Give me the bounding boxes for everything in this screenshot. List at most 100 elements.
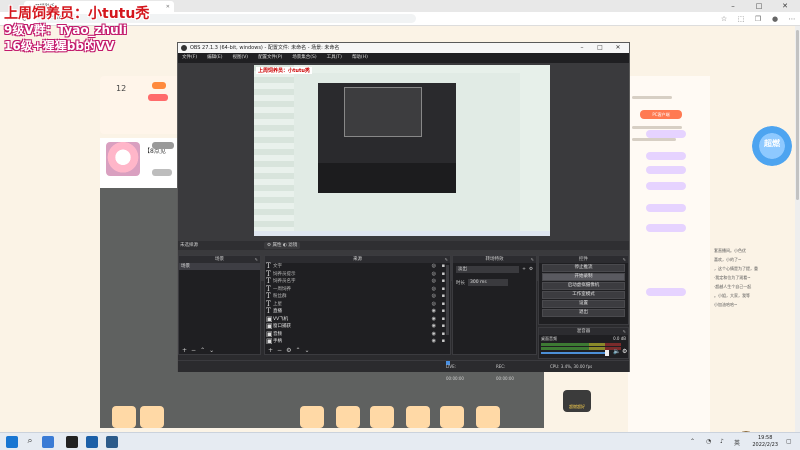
eye-closed-icon[interactable]: ◎ — [432, 293, 436, 301]
source-item[interactable]: T 上星 ◎ ▪ — [265, 300, 450, 309]
source-item[interactable]: T 直播 ◉ ▪ — [265, 308, 450, 316]
language-icon[interactable]: 英 — [734, 438, 740, 447]
eye-closed-icon[interactable]: ◎ — [432, 263, 436, 271]
menu-view[interactable]: 视图(V) — [232, 53, 248, 63]
gear-icon[interactable]: ⚙ — [267, 243, 271, 248]
add-transition-icon[interactable]: + — [522, 267, 526, 272]
anchor-avatar[interactable] — [106, 142, 140, 176]
sources-scrollbar[interactable] — [446, 265, 449, 335]
dock-pin-icon[interactable]: ✎ — [623, 328, 626, 335]
move-up-icon[interactable]: ⌃ — [200, 347, 205, 354]
follow-badge[interactable] — [148, 94, 168, 101]
source-item[interactable]: T 粉丝群 ◎ ▪ — [265, 293, 450, 301]
search-icon[interactable]: ⌕ — [24, 436, 36, 448]
source-settings-icon[interactable]: ⚙ — [286, 347, 291, 354]
event-badge[interactable]: 超燃 — [752, 126, 792, 166]
eye-icon[interactable]: ◉ — [432, 316, 436, 324]
gift-item[interactable] — [476, 406, 500, 428]
source-item[interactable]: ▣ VV飞机 ◉ ▪ — [265, 315, 450, 324]
eye-icon[interactable]: ◉ — [432, 308, 436, 316]
lock-icon[interactable]: ▪ — [442, 271, 445, 279]
maximize-button[interactable]: □ — [746, 0, 772, 12]
add-scene-icon[interactable]: + — [182, 347, 187, 354]
app-icon[interactable] — [86, 436, 98, 448]
move-down-icon[interactable]: ⌄ — [304, 347, 309, 354]
system-clock[interactable]: 19:58 2022/2/23 — [752, 435, 778, 449]
eye-icon[interactable]: ◉ — [432, 338, 436, 346]
page-scrollbar-thumb[interactable] — [796, 30, 799, 200]
start-recording-button[interactable]: 开始录制 — [542, 273, 625, 281]
transition-settings-icon[interactable]: ⚙ — [529, 267, 533, 272]
volume-icon[interactable]: ♪ — [720, 438, 724, 445]
filter-icon[interactable]: ◐ — [283, 243, 287, 248]
filters-button[interactable]: 滤镜 — [288, 243, 297, 248]
lock-icon[interactable]: ▪ — [442, 286, 445, 294]
tray-chevron-icon[interactable]: ⌃ — [690, 438, 695, 445]
transition-select[interactable]: 淡出 — [456, 266, 520, 273]
speaker-icon[interactable]: 🔈 — [613, 348, 620, 355]
lock-icon[interactable]: ▪ — [442, 293, 445, 301]
lock-icon[interactable]: ▪ — [442, 301, 445, 309]
studio-mode-button[interactable]: 工作室模式 — [542, 291, 625, 299]
gift-item[interactable] — [440, 406, 464, 428]
stop-streaming-button[interactable]: 停止推流 — [542, 264, 625, 272]
menu-scene-collection[interactable]: 场景集合(S) — [292, 53, 316, 63]
lock-icon[interactable]: ▪ — [442, 323, 445, 331]
properties-button[interactable]: 属性 — [272, 243, 281, 248]
obs-close-button[interactable]: ✕ — [609, 43, 627, 53]
scene-item[interactable]: 场景 — [179, 263, 260, 270]
obs-minimize-button[interactable]: – — [573, 43, 591, 53]
start-icon[interactable] — [6, 436, 18, 448]
edge-icon[interactable] — [42, 436, 54, 448]
collections-icon[interactable]: ❐ — [754, 15, 762, 23]
source-item[interactable]: T 饲养员名字 ◎ ▪ — [265, 278, 450, 286]
eye-closed-icon[interactable]: ◎ — [432, 271, 436, 279]
settings-button[interactable]: 设置 — [542, 300, 625, 308]
dock-pin-icon[interactable]: ✎ — [445, 256, 448, 263]
dock-pin-icon[interactable]: ✎ — [623, 256, 626, 263]
source-item[interactable]: ▣ 音频 ◉ ▪ — [265, 330, 450, 339]
lock-icon[interactable]: ▪ — [442, 278, 445, 286]
virtual-camera-button[interactable]: 启动虚拟摄像机 — [542, 282, 625, 290]
star-icon[interactable]: ☆ — [720, 15, 728, 23]
anchor-small-button[interactable] — [152, 169, 172, 176]
exit-button[interactable]: 退出 — [542, 309, 625, 317]
gift-item[interactable] — [112, 406, 136, 428]
eye-closed-icon[interactable]: ◎ — [432, 286, 436, 294]
source-item[interactable]: ▣ 手柄 ◉ ▪ — [265, 338, 450, 346]
gift-item[interactable] — [370, 406, 394, 428]
eye-icon[interactable]: ◉ — [432, 331, 436, 339]
dock-pin-icon[interactable]: ✎ — [531, 256, 534, 263]
network-icon[interactable]: ◔ — [706, 438, 711, 445]
pc-client-button[interactable]: PC客户端 — [640, 110, 682, 119]
lock-icon[interactable]: ▪ — [442, 338, 445, 346]
volume-slider-handle[interactable] — [605, 350, 609, 356]
gift-item[interactable] — [140, 406, 164, 428]
extensions-icon[interactable]: ⬚ — [737, 15, 745, 23]
minimize-button[interactable]: – — [720, 0, 746, 12]
more-icon[interactable]: ⋯ — [788, 15, 796, 23]
close-button[interactable]: ✕ — [772, 0, 798, 12]
eye-closed-icon[interactable]: ◎ — [432, 278, 436, 286]
close-tab-icon[interactable]: ✕ — [166, 4, 170, 10]
obs-taskbar-icon[interactable] — [66, 436, 78, 448]
steam-icon[interactable] — [106, 436, 118, 448]
lock-icon[interactable]: ▪ — [442, 316, 445, 324]
obs-preview-canvas[interactable]: 上周饲养员：小tutu秃 — [254, 65, 550, 236]
volume-slider[interactable] — [541, 352, 607, 354]
eye-closed-icon[interactable]: ◎ — [432, 301, 436, 309]
source-item[interactable]: T 饲养员提示 ◎ ▪ — [265, 270, 450, 279]
menu-file[interactable]: 文件(F) — [182, 53, 197, 63]
obs-maximize-button[interactable]: □ — [591, 43, 609, 53]
gift-item[interactable] — [406, 406, 430, 428]
menu-edit[interactable]: 编辑(E) — [207, 53, 222, 63]
menu-tools[interactable]: 工具(T) — [327, 53, 342, 63]
lock-icon[interactable]: ▪ — [442, 308, 445, 316]
source-item[interactable]: ▣ 窗口捕获 ◉ ▪ — [265, 323, 450, 331]
gift-item[interactable] — [300, 406, 324, 428]
eye-icon[interactable]: ◉ — [432, 323, 436, 331]
add-source-icon[interactable]: + — [268, 347, 273, 354]
duration-input[interactable]: 300 ms — [468, 279, 508, 286]
remove-source-icon[interactable]: − — [277, 347, 282, 354]
lock-icon[interactable]: ▪ — [442, 331, 445, 339]
